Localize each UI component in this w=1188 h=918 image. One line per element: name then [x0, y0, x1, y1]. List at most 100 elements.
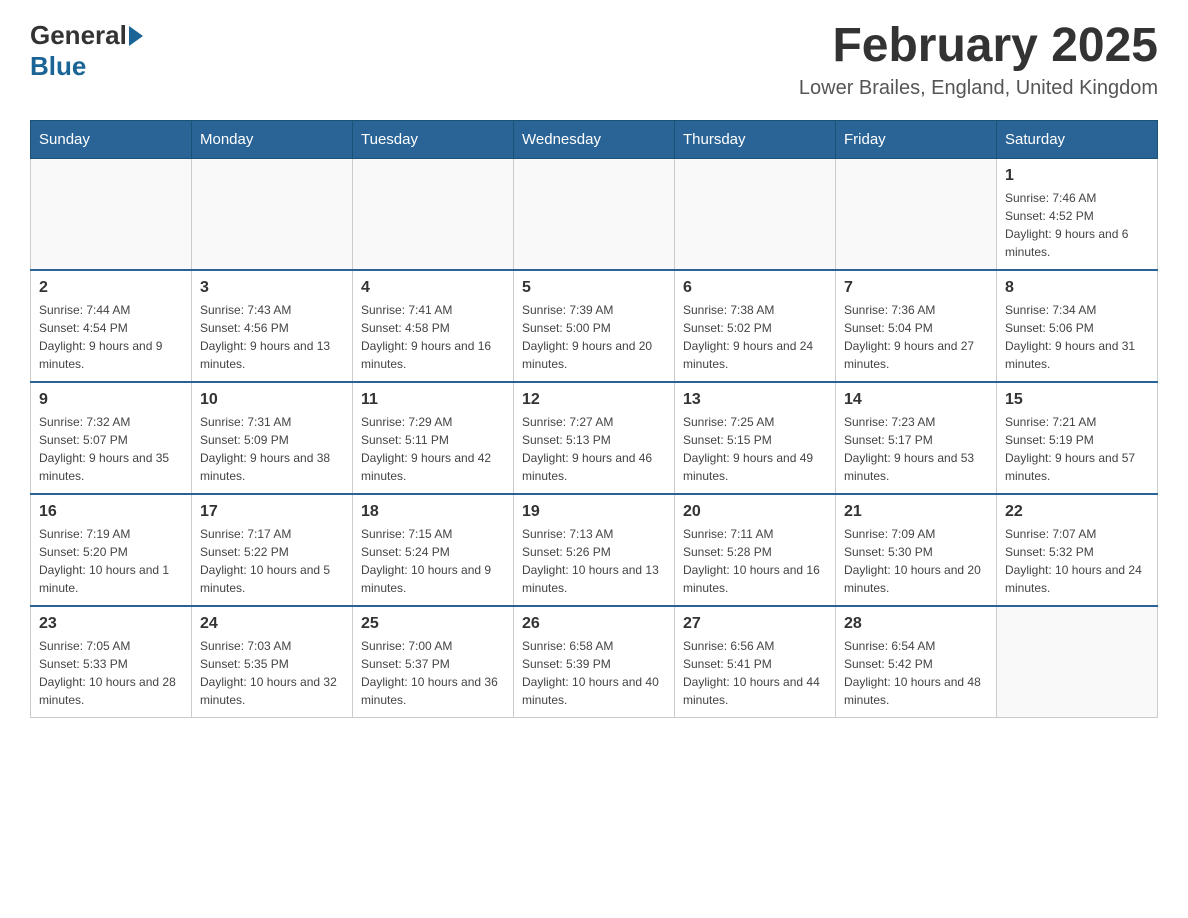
column-header-sunday: Sunday: [31, 120, 192, 158]
day-number: 27: [683, 615, 827, 633]
day-number: 9: [39, 391, 183, 409]
calendar-day-cell: 8Sunrise: 7:34 AM Sunset: 5:06 PM Daylig…: [997, 270, 1158, 382]
day-number: 15: [1005, 391, 1149, 409]
day-number: 22: [1005, 503, 1149, 521]
column-header-friday: Friday: [836, 120, 997, 158]
calendar-week-row: 2Sunrise: 7:44 AM Sunset: 4:54 PM Daylig…: [31, 270, 1158, 382]
calendar-day-cell: 17 Sunrise: 7:17 AM Sunset: 5:22 PM Dayli…: [192, 494, 353, 606]
calendar-day-cell: 16 Sunrise: 7:19 AM Sunset: 5:20 PM Dayli…: [31, 494, 192, 606]
calendar-day-cell: 5 Sunrise: 7:39 AM Sunset: 5:00 PM Daylig…: [514, 270, 675, 382]
calendar-day-cell: [836, 158, 997, 270]
day-number: 28: [844, 615, 988, 633]
day-number: 21: [844, 503, 988, 521]
calendar-table: SundayMondayTuesdayWednesdayThursdayFrid…: [30, 120, 1158, 718]
column-header-wednesday: Wednesday: [514, 120, 675, 158]
column-header-monday: Monday: [192, 120, 353, 158]
day-info: Sunrise: 6:58 AM Sunset: 5:39 PM Dayligh…: [522, 637, 666, 709]
day-info: Sunrise: 7:39 AM Sunset: 5:00 PM Dayligh…: [522, 301, 666, 373]
calendar-day-cell: [192, 158, 353, 270]
calendar-day-cell: 21 Sunrise: 7:09 AM Sunset: 5:30 PM Dayli…: [836, 494, 997, 606]
calendar-day-cell: 23 Sunrise: 7:05 AM Sunset: 5:33 PM Dayli…: [31, 606, 192, 718]
day-info: Sunrise: 7:23 AM Sunset: 5:17 PM Dayligh…: [844, 413, 988, 485]
day-number: 20: [683, 503, 827, 521]
day-info: Sunrise: 6:54 AM Sunset: 5:42 PM Dayligh…: [844, 637, 988, 709]
calendar-day-cell: 10 Sunrise: 7:31 AM Sunset: 5:09 PM Dayli…: [192, 382, 353, 494]
day-number: 12: [522, 391, 666, 409]
day-info: Sunrise: 7:11 AM Sunset: 5:28 PM Dayligh…: [683, 525, 827, 597]
day-info: Sunrise: 7:46 AM Sunset: 4:52 PM Dayligh…: [1005, 189, 1149, 261]
day-number: 25: [361, 615, 505, 633]
day-info: Sunrise: 7:03 AM Sunset: 5:35 PM Dayligh…: [200, 637, 344, 709]
day-number: 26: [522, 615, 666, 633]
calendar-title: February 2025: [799, 20, 1158, 73]
day-info: Sunrise: 7:05 AM Sunset: 5:33 PM Dayligh…: [39, 637, 183, 709]
day-info: Sunrise: 7:43 AM Sunset: 4:56 PM Dayligh…: [200, 301, 344, 373]
calendar-day-cell: 15 Sunrise: 7:21 AM Sunset: 5:19 PM Dayli…: [997, 382, 1158, 494]
day-number: 1: [1005, 167, 1149, 185]
day-number: 13: [683, 391, 827, 409]
calendar-day-cell: [997, 606, 1158, 718]
page-header: General Blue February 2025 Lower Brailes…: [30, 20, 1158, 100]
day-info: Sunrise: 7:38 AM Sunset: 5:02 PM Dayligh…: [683, 301, 827, 373]
day-info: Sunrise: 7:09 AM Sunset: 5:30 PM Dayligh…: [844, 525, 988, 597]
calendar-day-cell: 26 Sunrise: 6:58 AM Sunset: 5:39 PM Dayli…: [514, 606, 675, 718]
day-info: Sunrise: 7:00 AM Sunset: 5:37 PM Dayligh…: [361, 637, 505, 709]
day-number: 14: [844, 391, 988, 409]
calendar-day-cell: 19 Sunrise: 7:13 AM Sunset: 5:26 PM Dayli…: [514, 494, 675, 606]
logo-blue-text: Blue: [30, 51, 86, 82]
calendar-day-cell: 7Sunrise: 7:36 AM Sunset: 5:04 PM Daylig…: [836, 270, 997, 382]
column-header-saturday: Saturday: [997, 120, 1158, 158]
day-info: Sunrise: 7:34 AM Sunset: 5:06 PM Dayligh…: [1005, 301, 1149, 373]
day-info: Sunrise: 7:41 AM Sunset: 4:58 PM Dayligh…: [361, 301, 505, 373]
day-number: 10: [200, 391, 344, 409]
calendar-day-cell: 24 Sunrise: 7:03 AM Sunset: 5:35 PM Dayli…: [192, 606, 353, 718]
day-info: Sunrise: 7:31 AM Sunset: 5:09 PM Dayligh…: [200, 413, 344, 485]
day-number: 16: [39, 503, 183, 521]
day-number: 18: [361, 503, 505, 521]
calendar-day-cell: 14 Sunrise: 7:23 AM Sunset: 5:17 PM Dayli…: [836, 382, 997, 494]
column-header-tuesday: Tuesday: [353, 120, 514, 158]
calendar-week-row: 23 Sunrise: 7:05 AM Sunset: 5:33 PM Dayli…: [31, 606, 1158, 718]
day-number: 5: [522, 279, 666, 297]
day-info: Sunrise: 7:21 AM Sunset: 5:19 PM Dayligh…: [1005, 413, 1149, 485]
calendar-week-row: 1 Sunrise: 7:46 AM Sunset: 4:52 PM Daylig…: [31, 158, 1158, 270]
calendar-day-cell: 12Sunrise: 7:27 AM Sunset: 5:13 PM Dayli…: [514, 382, 675, 494]
logo-general-text: General: [30, 20, 127, 51]
calendar-day-cell: 2Sunrise: 7:44 AM Sunset: 4:54 PM Daylig…: [31, 270, 192, 382]
day-info: Sunrise: 7:36 AM Sunset: 5:04 PM Dayligh…: [844, 301, 988, 373]
calendar-day-cell: [514, 158, 675, 270]
day-info: Sunrise: 7:32 AM Sunset: 5:07 PM Dayligh…: [39, 413, 183, 485]
day-number: 23: [39, 615, 183, 633]
day-info: Sunrise: 7:19 AM Sunset: 5:20 PM Dayligh…: [39, 525, 183, 597]
calendar-day-cell: 3 Sunrise: 7:43 AM Sunset: 4:56 PM Daylig…: [192, 270, 353, 382]
logo-triangle-icon: [129, 26, 143, 46]
calendar-header-row: SundayMondayTuesdayWednesdayThursdayFrid…: [31, 120, 1158, 158]
calendar-day-cell: 20 Sunrise: 7:11 AM Sunset: 5:28 PM Dayli…: [675, 494, 836, 606]
day-info: Sunrise: 7:44 AM Sunset: 4:54 PM Dayligh…: [39, 301, 183, 373]
calendar-day-cell: 27 Sunrise: 6:56 AM Sunset: 5:41 PM Dayli…: [675, 606, 836, 718]
day-number: 11: [361, 391, 505, 409]
day-number: 17: [200, 503, 344, 521]
calendar-day-cell: 11Sunrise: 7:29 AM Sunset: 5:11 PM Dayli…: [353, 382, 514, 494]
calendar-day-cell: 25 Sunrise: 7:00 AM Sunset: 5:37 PM Dayli…: [353, 606, 514, 718]
logo: General Blue: [30, 20, 145, 82]
calendar-day-cell: [353, 158, 514, 270]
day-info: Sunrise: 7:13 AM Sunset: 5:26 PM Dayligh…: [522, 525, 666, 597]
day-info: Sunrise: 6:56 AM Sunset: 5:41 PM Dayligh…: [683, 637, 827, 709]
calendar-day-cell: 6 Sunrise: 7:38 AM Sunset: 5:02 PM Daylig…: [675, 270, 836, 382]
column-header-thursday: Thursday: [675, 120, 836, 158]
day-info: Sunrise: 7:17 AM Sunset: 5:22 PM Dayligh…: [200, 525, 344, 597]
day-info: Sunrise: 7:25 AM Sunset: 5:15 PM Dayligh…: [683, 413, 827, 485]
calendar-subtitle: Lower Brailes, England, United Kingdom: [799, 77, 1158, 100]
day-number: 3: [200, 279, 344, 297]
day-number: 4: [361, 279, 505, 297]
calendar-day-cell: 22 Sunrise: 7:07 AM Sunset: 5:32 PM Dayli…: [997, 494, 1158, 606]
calendar-day-cell: [31, 158, 192, 270]
calendar-day-cell: 18Sunrise: 7:15 AM Sunset: 5:24 PM Dayli…: [353, 494, 514, 606]
day-number: 6: [683, 279, 827, 297]
day-info: Sunrise: 7:07 AM Sunset: 5:32 PM Dayligh…: [1005, 525, 1149, 597]
day-number: 19: [522, 503, 666, 521]
calendar-day-cell: 28 Sunrise: 6:54 AM Sunset: 5:42 PM Dayli…: [836, 606, 997, 718]
day-number: 24: [200, 615, 344, 633]
calendar-day-cell: 13 Sunrise: 7:25 AM Sunset: 5:15 PM Dayli…: [675, 382, 836, 494]
